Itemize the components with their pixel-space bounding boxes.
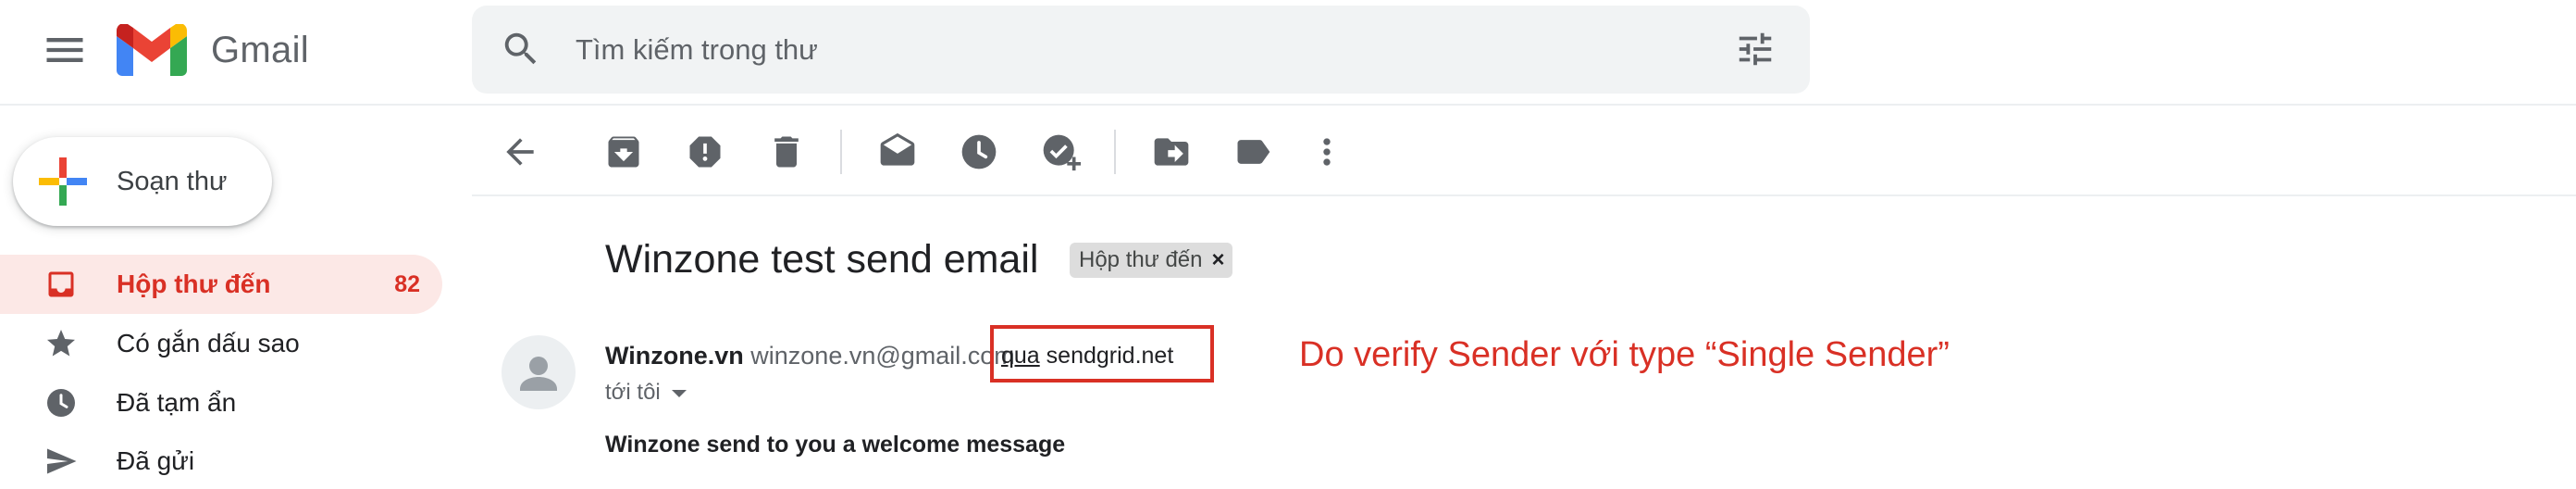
report-spam-icon[interactable] [685,132,725,172]
search-input[interactable]: Tìm kiếm trong thư [576,6,818,94]
chevron-down-icon[interactable] [671,390,687,397]
inbox-label-chip[interactable]: Hộp thư đến × [1070,243,1232,278]
search-icon[interactable] [500,28,542,70]
move-to-icon[interactable] [1151,132,1192,172]
sidebar-item-label: Hộp thư đến [117,270,271,298]
annotation-highlight-box [990,325,1214,382]
toolbar-divider-line [472,194,2576,196]
back-arrow-icon[interactable] [500,132,540,172]
email-body: Winzone send to you a welcome message [605,432,1066,458]
delete-icon[interactable] [766,132,807,172]
sidebar-item-snoozed[interactable]: Đã tạm ẩn [0,373,442,433]
unread-count: 82 [394,271,420,297]
label-chip-text: Hộp thư đến [1079,247,1203,272]
sender-line: Winzone.vn winzone.vn@gmail.com [605,337,1015,374]
inbox-icon [44,268,78,301]
archive-icon[interactable] [603,132,644,172]
sidebar-item-label: Đã tạm ẩn [117,388,237,417]
sidebar-item-inbox[interactable]: Hộp thư đến 82 [0,255,442,314]
recipient-line[interactable]: tới tôi [605,376,687,409]
annotation-text: Do verify Sender với type “Single Sender… [1299,335,1950,374]
star-icon [44,327,78,360]
sidebar-item-label: Có gắn dấu sao [117,329,300,357]
add-to-tasks-icon[interactable] [1040,132,1081,172]
compose-label: Soạn thư [117,167,228,196]
sender-avatar[interactable] [502,335,576,409]
gmail-logo-icon[interactable] [117,24,187,76]
snooze-icon[interactable] [959,132,999,172]
sidebar-item-sent[interactable]: Đã gửi [0,432,442,489]
search-bar[interactable]: Tìm kiếm trong thư [472,6,1810,94]
sender-email: winzone.vn@gmail.com [750,342,1015,370]
clock-icon [44,386,78,420]
sidebar-item-label: Đã gửi [117,446,195,475]
top-header: Gmail Tìm kiếm trong thư [0,0,2576,106]
more-icon[interactable] [1307,132,1347,172]
app-brand: Gmail [211,30,309,70]
send-icon [44,445,78,478]
main-menu-icon[interactable] [41,26,89,74]
label-icon[interactable] [1232,132,1273,172]
toolbar-divider [840,130,842,174]
search-options-icon[interactable] [1734,28,1777,70]
sender-name[interactable]: Winzone.vn [605,342,744,370]
sidebar-item-starred[interactable]: Có gắn dấu sao [0,314,442,373]
compose-button[interactable]: Soạn thư [13,137,272,226]
toolbar-divider [1114,130,1116,174]
recipient-label: tới tôi [605,380,661,405]
email-subject: Winzone test send email [605,237,1039,282]
remove-label-icon[interactable]: × [1212,247,1225,273]
mark-unread-icon[interactable] [877,132,918,172]
compose-plus-icon [39,157,87,206]
